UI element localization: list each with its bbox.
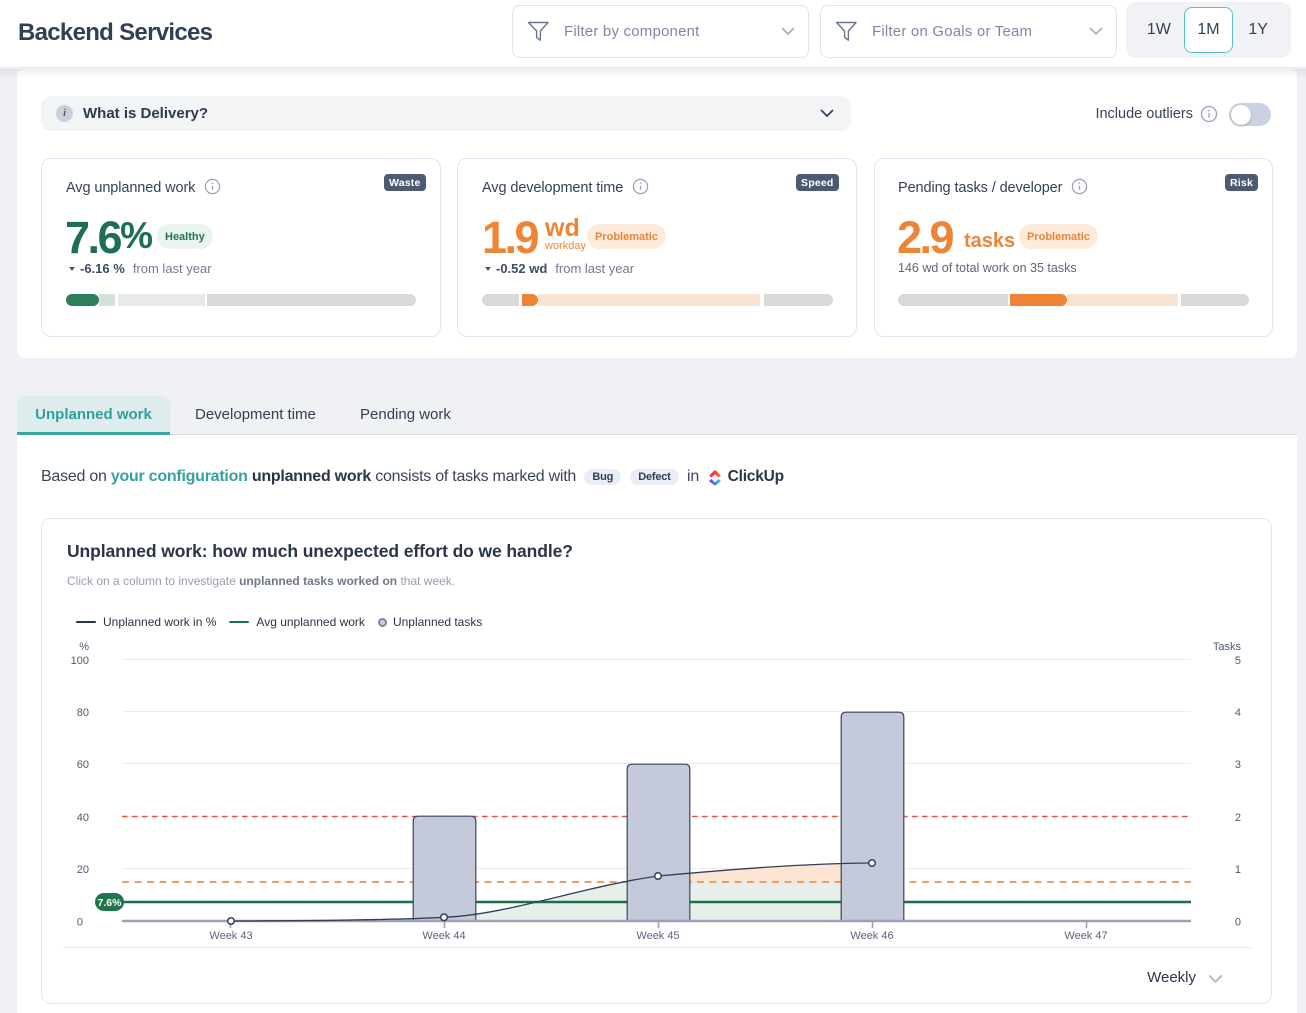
svg-text:Week 47: Week 47 (1064, 930, 1107, 942)
svg-text:%: % (79, 641, 89, 653)
svg-text:40: 40 (77, 812, 89, 824)
svg-text:80: 80 (77, 707, 89, 719)
svg-text:3: 3 (1235, 759, 1241, 771)
svg-text:Tasks: Tasks (1213, 641, 1242, 653)
svg-text:1: 1 (1235, 864, 1241, 876)
svg-text:Week 46: Week 46 (850, 930, 893, 942)
svg-text:0: 0 (1235, 917, 1241, 929)
svg-text:60: 60 (77, 759, 89, 771)
svg-text:4: 4 (1235, 707, 1241, 719)
svg-text:7.6%: 7.6% (98, 897, 123, 909)
svg-text:Week 44: Week 44 (422, 930, 465, 942)
svg-text:Week 43: Week 43 (209, 930, 252, 942)
svg-text:Week 45: Week 45 (636, 930, 679, 942)
svg-text:0: 0 (77, 917, 83, 929)
svg-text:100: 100 (71, 655, 89, 667)
svg-text:5: 5 (1235, 655, 1241, 667)
svg-text:20: 20 (77, 864, 89, 876)
svg-text:2: 2 (1235, 812, 1241, 824)
